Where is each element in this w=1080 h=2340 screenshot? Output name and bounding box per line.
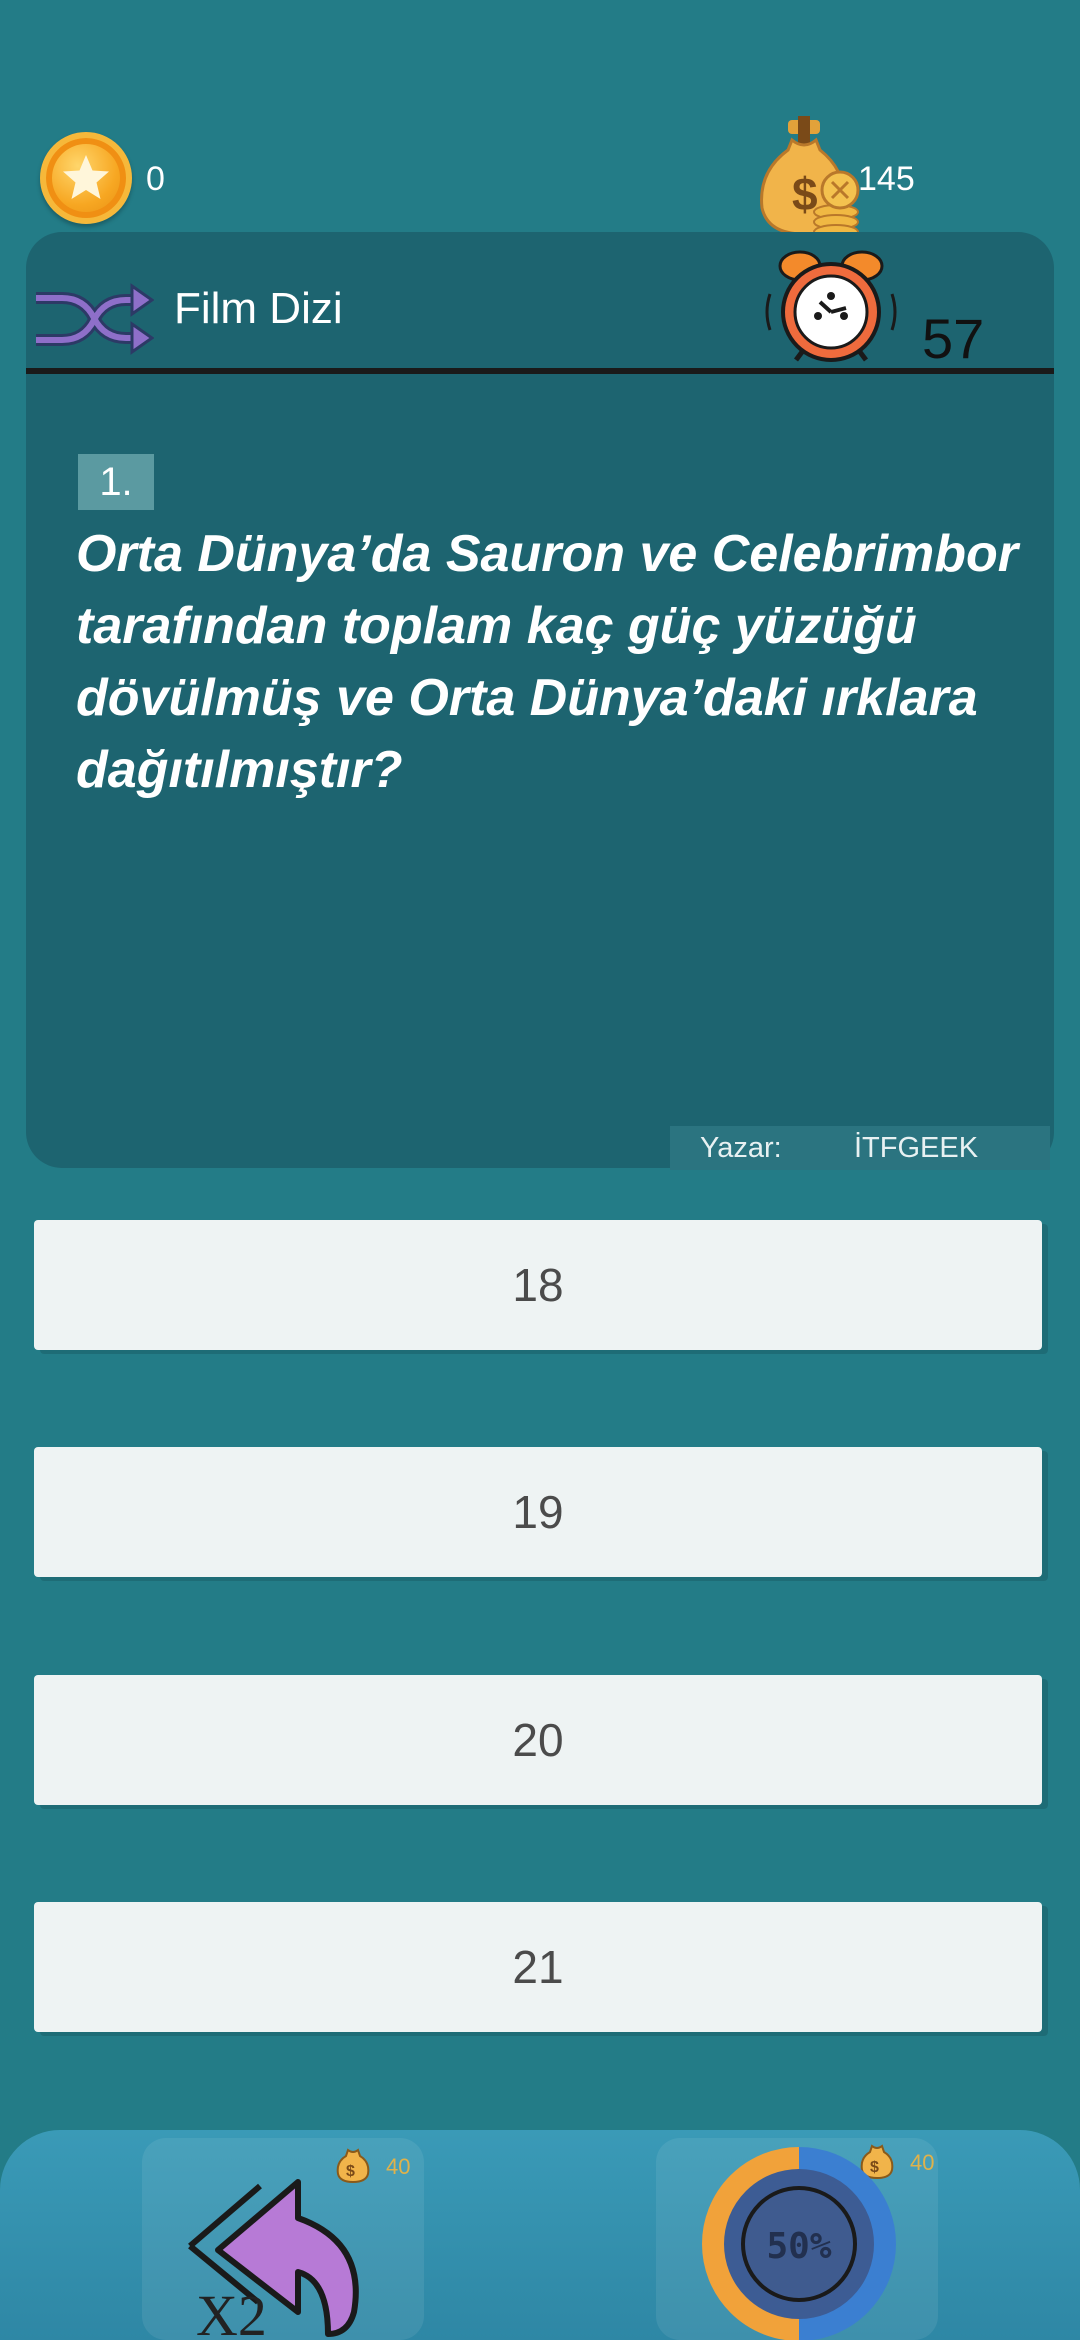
shuffle-icon[interactable]: [32, 278, 154, 360]
alarm-clock-icon: [765, 250, 897, 362]
category-label: Film Dizi: [174, 284, 343, 333]
fifty-fifty-icon: 50%: [702, 2147, 896, 2340]
double-joker-label: X2: [196, 2283, 267, 2340]
double-joker-cost: 40: [386, 2154, 411, 2179]
card-header: Film Dizi 57: [26, 232, 1054, 374]
question-text: Orta Dünya’da Sauron ve Celebrimbor tara…: [76, 525, 1019, 799]
author-bar: Yazar: İTFGEEK: [670, 1126, 1050, 1170]
answer-button-3[interactable]: 20: [34, 1675, 1042, 1805]
answer-button-1[interactable]: 18: [34, 1220, 1042, 1350]
answer-button-2[interactable]: 19: [34, 1447, 1042, 1577]
timer-value: 57: [922, 307, 985, 370]
question-card: Film Dizi 57 1. Orta Dünya’da Sauron ve …: [26, 232, 1054, 1170]
answer-button-4[interactable]: 21: [34, 1902, 1042, 2032]
star-coin-icon: [40, 132, 132, 224]
money-bag-icon: $: [760, 116, 860, 240]
fifty-joker-cost: 40: [910, 2150, 935, 2175]
score-value: 0: [146, 160, 165, 198]
money-value: 145: [858, 160, 915, 198]
question-number: 1.: [78, 454, 154, 510]
author-label: Yazar:: [700, 1132, 782, 1164]
fifty-joker-label: 50%: [766, 2226, 831, 2267]
quiz-screen: 0 $ 145 Film Dizi 57 1. Orta Dünya’da Sa…: [0, 0, 1080, 2340]
header-divider: [26, 368, 1054, 374]
author-name: İTFGEEK: [854, 1132, 979, 1164]
